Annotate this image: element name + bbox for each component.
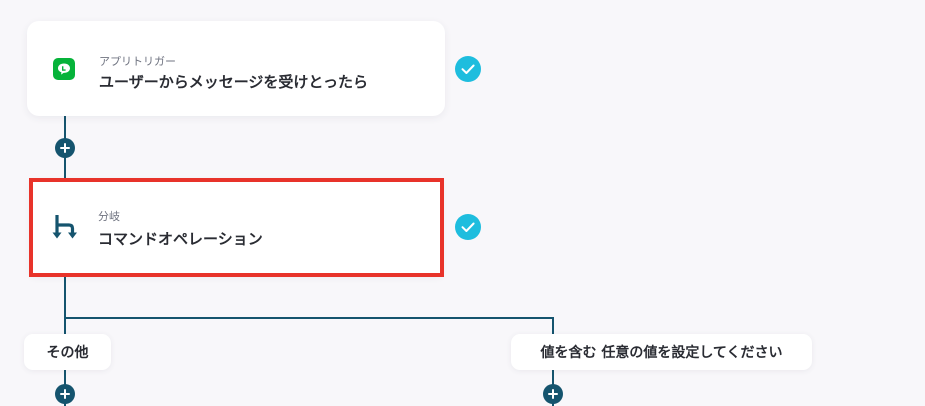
add-step-button[interactable]	[55, 138, 75, 158]
add-step-button[interactable]	[543, 384, 563, 404]
branch-label-other[interactable]: その他	[24, 334, 111, 370]
step-title: ユーザーからメッセージを受けとったら	[99, 73, 368, 91]
line-app-icon	[53, 58, 75, 80]
branch-connector-line	[64, 317, 554, 319]
check-circle-icon	[455, 214, 481, 240]
highlight-box	[29, 178, 444, 277]
step-card-trigger[interactable]: アプリトリガー ユーザーからメッセージを受けとったら	[27, 21, 445, 116]
check-circle-icon	[455, 56, 481, 82]
branch-label-condition[interactable]: 値を含む 任意の値を設定してください	[511, 334, 812, 370]
add-step-button[interactable]	[55, 384, 75, 404]
step-category-label: アプリトリガー	[99, 55, 176, 68]
